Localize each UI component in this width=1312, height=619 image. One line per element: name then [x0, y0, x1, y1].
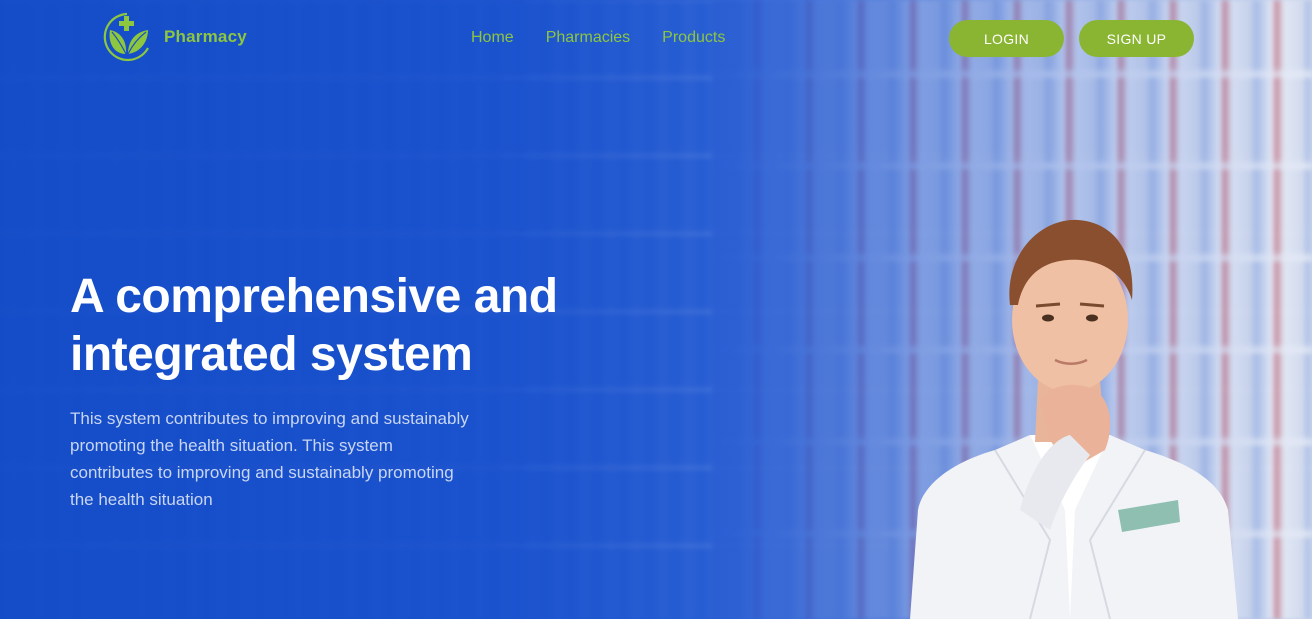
nav-home[interactable]: Home: [471, 29, 514, 47]
pharmacist-photo: [910, 219, 1238, 619]
nav-pharmacies[interactable]: Pharmacies: [546, 29, 630, 47]
hero-headline: A comprehensive and integrated system: [70, 270, 558, 381]
hero-section: Pharmacy Home Pharmacies Products LOGIN …: [0, 0, 1312, 619]
login-button[interactable]: LOGIN: [949, 20, 1064, 57]
hero-description: This system contributes to improving and…: [70, 409, 469, 509]
signup-button[interactable]: SIGN UP: [1079, 20, 1194, 57]
site-header: Pharmacy Home Pharmacies Products LOGIN …: [0, 0, 1312, 76]
nav-products[interactable]: Products: [662, 29, 725, 47]
main-nav: Home Pharmacies Products: [471, 29, 725, 47]
brand-logo[interactable]: Pharmacy: [100, 10, 247, 64]
brand-name: Pharmacy: [164, 27, 247, 46]
leaf-cross-icon: [103, 12, 149, 62]
auth-buttons: LOGIN SIGN UP: [949, 20, 1194, 57]
